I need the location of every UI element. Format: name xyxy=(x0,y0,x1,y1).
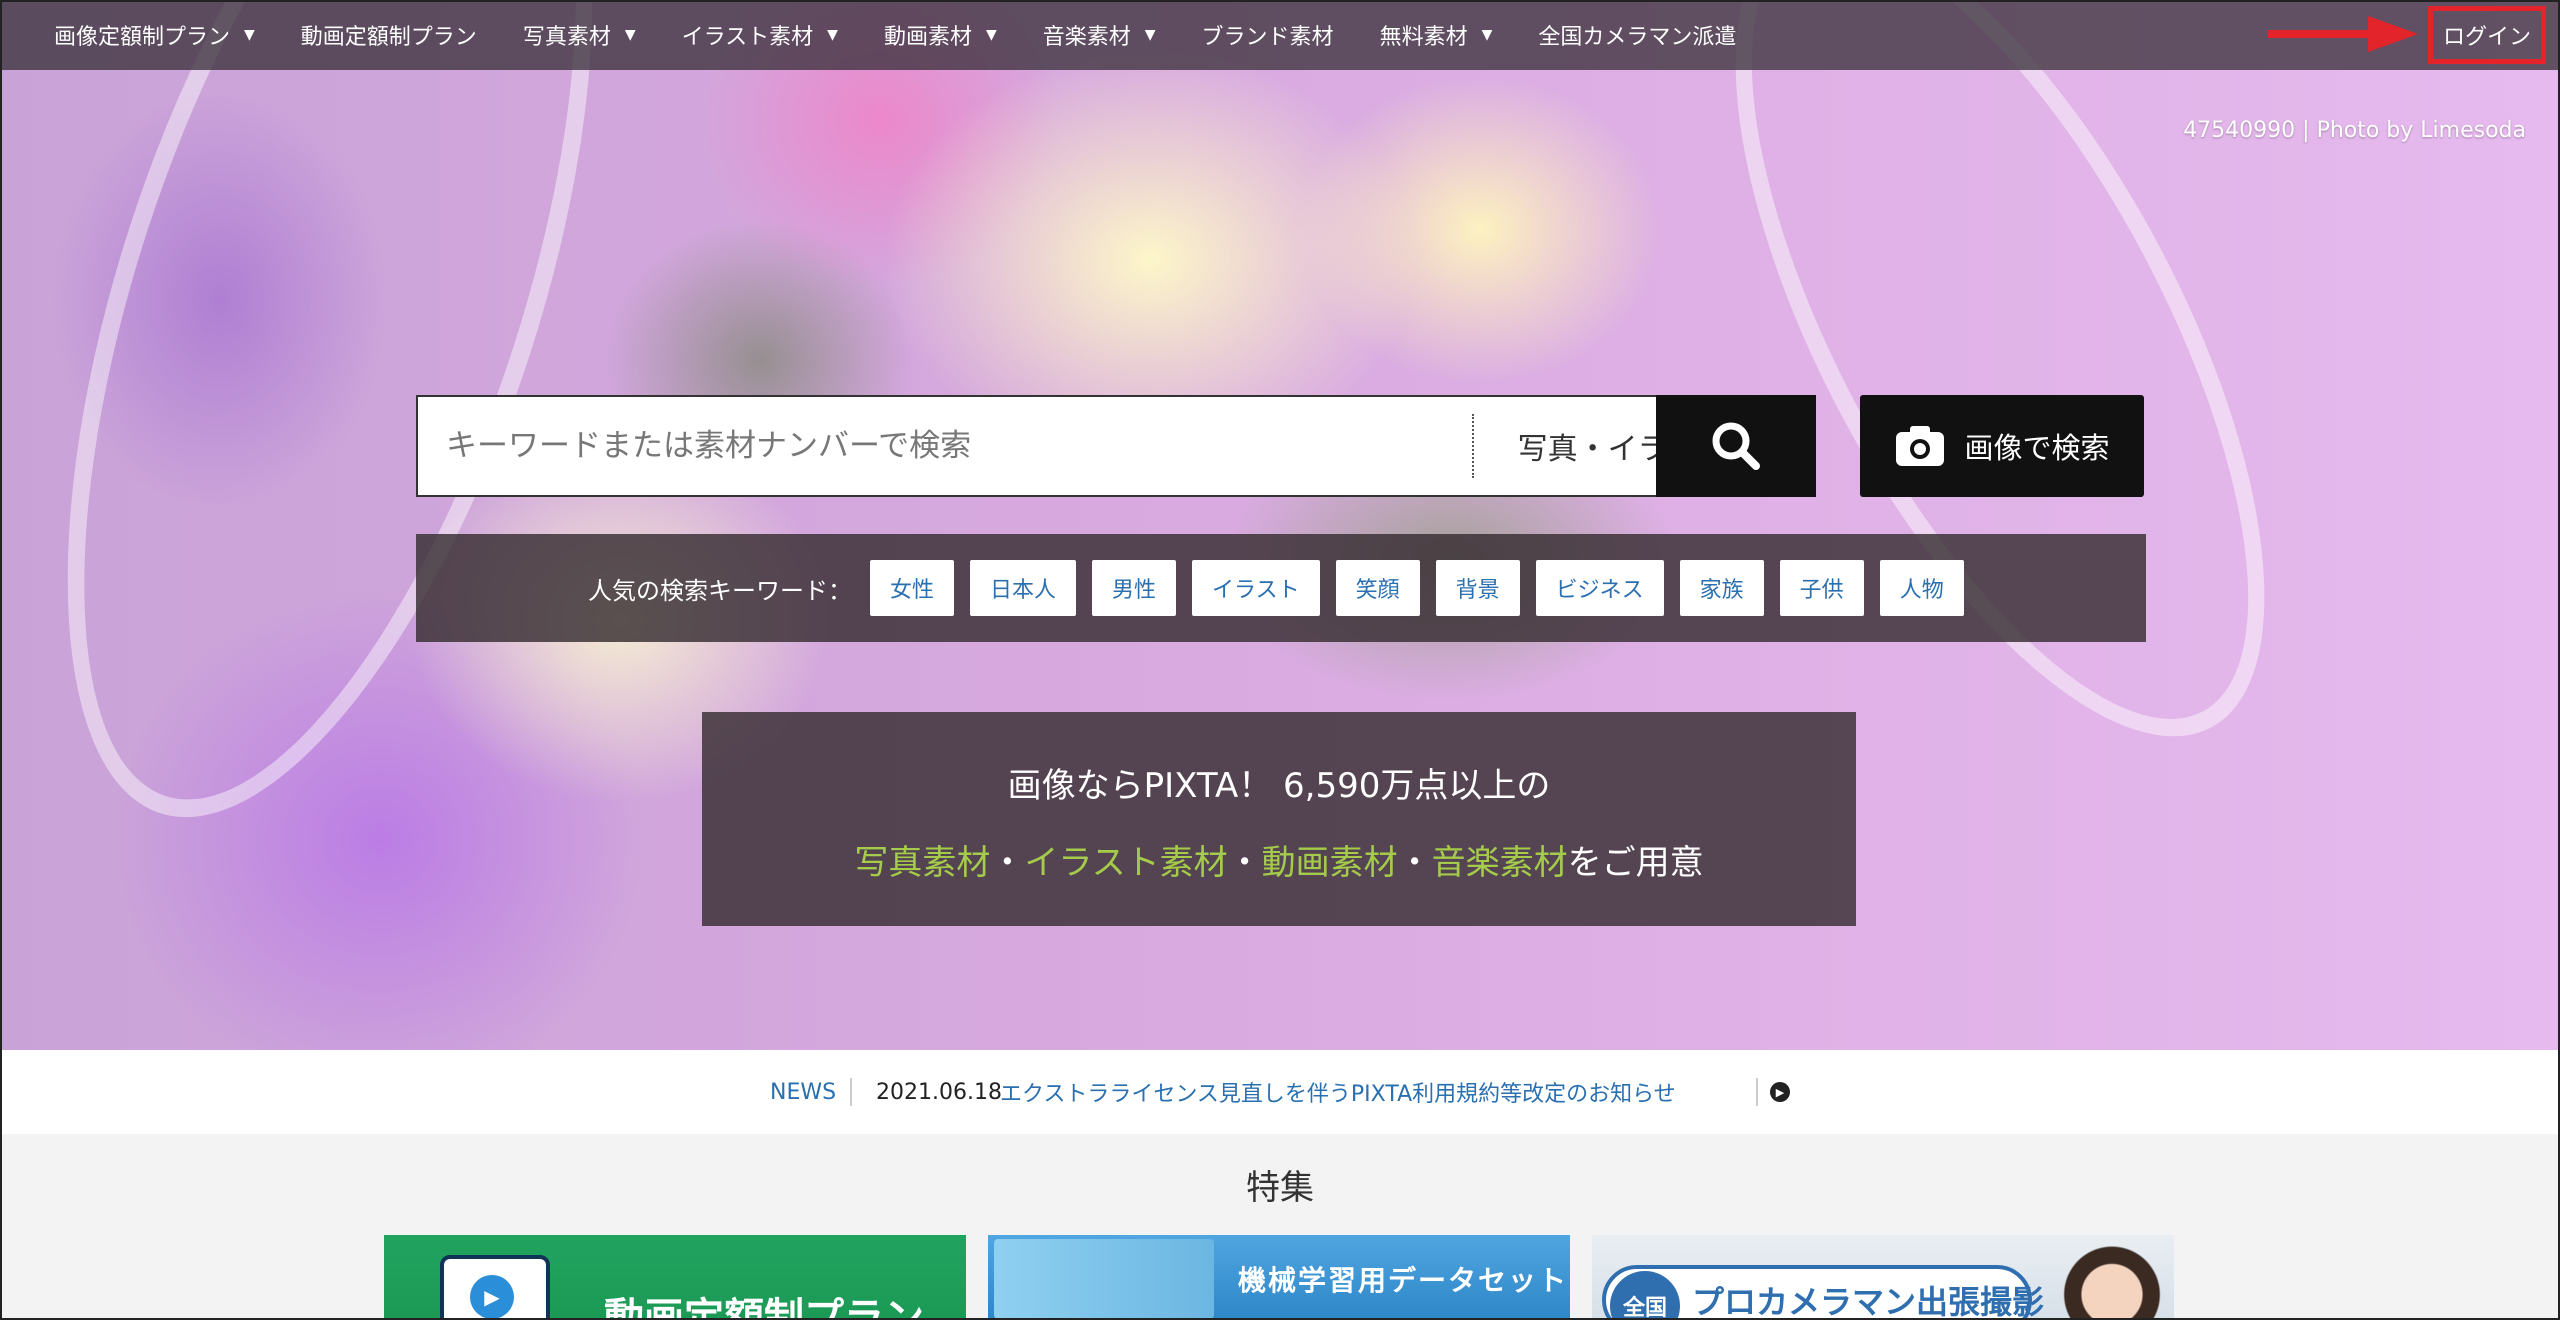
feature-card-photographer[interactable]: 全国 プロカメラマン出張撮影 xyxy=(1592,1235,2174,1320)
nav-item-photos[interactable]: 写真素材 ▼ xyxy=(523,19,636,51)
red-arrow-icon xyxy=(2268,16,2418,52)
promo-link-photos[interactable]: 写真素材 xyxy=(854,843,990,883)
chevron-down-icon: ▼ xyxy=(1144,27,1156,43)
nav-item-video-subscription[interactable]: 動画定額制プラン xyxy=(301,19,477,51)
search-icon xyxy=(1712,422,1760,470)
nav-item-music[interactable]: 音楽素材 ▼ xyxy=(1043,19,1156,51)
promo-link-music[interactable]: 音楽素材 xyxy=(1432,843,1568,883)
promo-headline: 画像ならPIXTA！ 6,590万点以上の xyxy=(1007,766,1551,806)
promo-link-illustrations[interactable]: イラスト素材 xyxy=(1024,843,1227,883)
nav-item-photographer-dispatch[interactable]: 全国カメラマン派遣 xyxy=(1538,19,1736,51)
camera-icon xyxy=(1896,426,1945,466)
keyword-tag[interactable]: 男性 xyxy=(1092,560,1177,616)
feature-card-video-subscription[interactable]: ▶ 動画定額制プラン xyxy=(384,1235,966,1320)
nav-item-videos[interactable]: 動画素材 ▼ xyxy=(884,19,997,51)
top-navigation: 画像定額制プラン ▼ 動画定額制プラン 写真素材 ▼ イラスト素材 ▼ 動画素材 ▼ 音… xyxy=(0,0,2560,70)
search-button[interactable] xyxy=(1656,395,1816,497)
photo-credit: 47540990 | Photo by Limesoda xyxy=(2183,118,2526,143)
nav-item-free[interactable]: 無料素材 ▼ xyxy=(1380,19,1493,51)
news-divider xyxy=(850,1078,852,1106)
keyword-tag[interactable]: 日本人 xyxy=(970,560,1077,616)
search-bar: 写真・イラスト ▼ xyxy=(416,395,1816,497)
chevron-down-icon: ▼ xyxy=(244,27,255,43)
keyword-tag[interactable]: 子供 xyxy=(1779,560,1864,616)
popular-keywords: 人気の検索キーワード： 女性 日本人 男性 イラスト 笑顔 背景 ビジネス 家族… xyxy=(416,534,2146,642)
keyword-tag[interactable]: イラスト xyxy=(1192,560,1320,616)
promo-link-videos[interactable]: 動画素材 xyxy=(1262,843,1398,883)
features-title: 特集 xyxy=(1246,1168,1314,1208)
news-date: 2021.06.18 xyxy=(876,1079,1002,1105)
person-photo xyxy=(2062,1245,2162,1320)
login-button[interactable]: ログイン xyxy=(2427,6,2546,64)
play-icon: ▶ xyxy=(470,1275,514,1319)
news-link[interactable]: エクストラライセンス見直しを伴うPIXTA利用規約等改定のお知らせ xyxy=(1000,1076,1676,1108)
nav-item-image-subscription[interactable]: 画像定額制プラン ▼ xyxy=(54,19,255,51)
chevron-down-icon: ▼ xyxy=(827,27,838,43)
nav-item-illustrations[interactable]: イラスト素材 ▼ xyxy=(682,19,838,51)
keyword-tag[interactable]: 女性 xyxy=(870,560,955,616)
promo-subline: 写真素材・イラスト素材・動画素材・音楽素材をご用意 xyxy=(854,843,1704,883)
promo-banner: 画像ならPIXTA！ 6,590万点以上の 写真素材・イラスト素材・動画素材・音… xyxy=(702,712,1856,926)
keyword-tag[interactable]: 背景 xyxy=(1435,560,1520,616)
chevron-down-icon: ▼ xyxy=(1481,27,1493,43)
next-arrow-icon[interactable]: ▶ xyxy=(1770,1082,1790,1102)
chevron-down-icon: ▼ xyxy=(624,27,636,43)
keyword-tag[interactable]: 人物 xyxy=(1879,560,1964,616)
news-bar: NEWS 2021.06.18 エクストラライセンス見直しを伴うPIXTA利用規… xyxy=(0,1050,2560,1134)
chevron-down-icon: ▼ xyxy=(985,27,997,43)
feature-card-ml-dataset[interactable]: 機械学習用データセット xyxy=(988,1235,1570,1320)
image-search-button[interactable]: 画像で検索 xyxy=(1860,395,2144,497)
news-divider xyxy=(1756,1078,1758,1106)
search-input[interactable] xyxy=(418,397,1472,495)
news-tag: NEWS xyxy=(770,1079,837,1105)
keyword-tag[interactable]: 家族 xyxy=(1679,560,1764,616)
nav-item-brand[interactable]: ブランド素材 xyxy=(1202,19,1334,51)
keyword-tag[interactable]: ビジネス xyxy=(1535,560,1664,616)
popular-keywords-label: 人気の検索キーワード： xyxy=(588,576,852,605)
photo-collage-illustration xyxy=(994,1239,1214,1319)
keyword-tag[interactable]: 笑顔 xyxy=(1335,560,1420,616)
